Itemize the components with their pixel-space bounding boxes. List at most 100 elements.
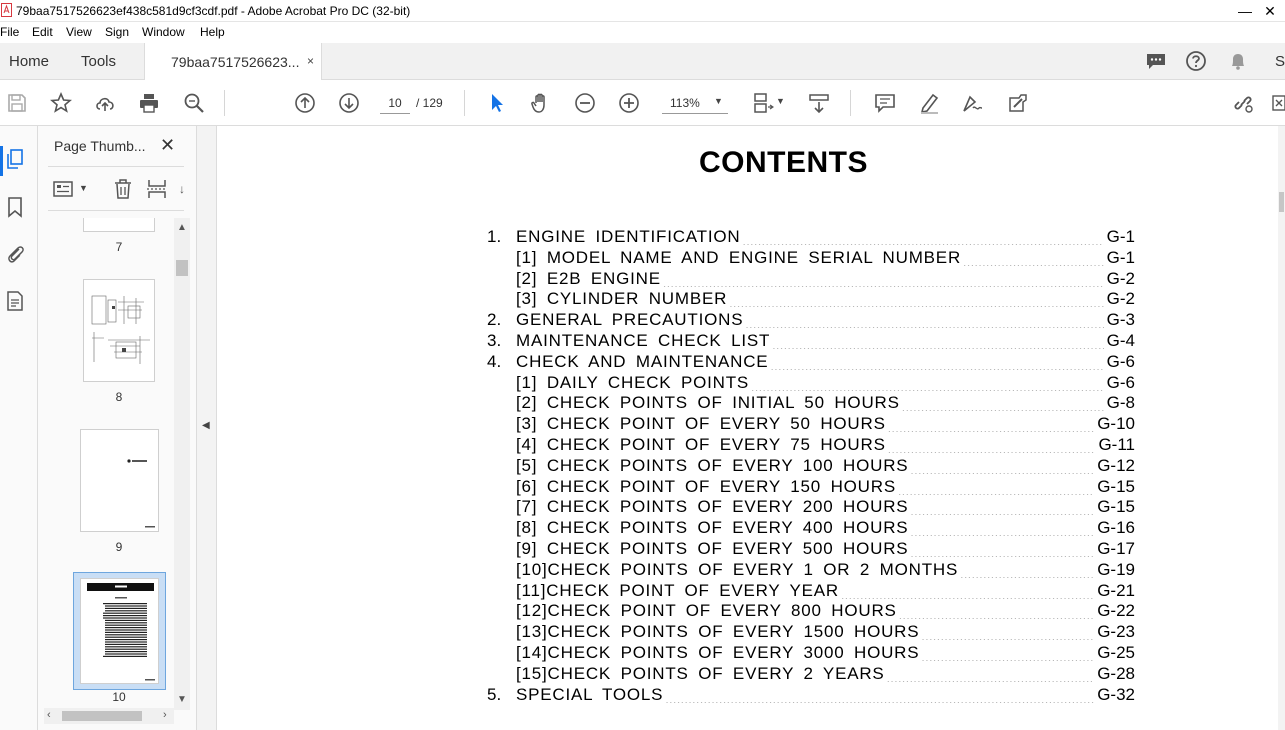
panel-close-button[interactable]: ✕ xyxy=(160,135,175,156)
more-panel-tools-icon[interactable]: ↓ xyxy=(179,182,185,196)
thumbnail-toc-line xyxy=(105,653,147,655)
scroll-left-arrow-icon[interactable]: ‹ xyxy=(47,709,51,721)
close-window-button[interactable]: ✕ xyxy=(1255,2,1285,20)
toc-entry[interactable]: 2. GENERAL PRECAUTIONS...................… xyxy=(217,310,1147,330)
toc-entry[interactable]: [8] CHECK POINTS OF EVERY 400 HOURS.....… xyxy=(217,518,1147,538)
save-icon[interactable] xyxy=(6,92,28,114)
edit-fill-icon[interactable] xyxy=(1006,92,1028,114)
document-scroll-thumb[interactable] xyxy=(1279,192,1284,212)
print-icon[interactable] xyxy=(138,92,160,114)
scroll-mode-icon[interactable] xyxy=(808,92,830,114)
page-down-icon[interactable] xyxy=(338,92,360,114)
thumbnail-toc-line xyxy=(103,617,147,619)
toc-entry[interactable]: [9] CHECK POINTS OF EVERY 500 HOURS.....… xyxy=(217,539,1147,559)
thumbnail-page-9[interactable] xyxy=(80,429,159,532)
thumbnail-vertical-scrollbar[interactable]: ▲ ▼ xyxy=(174,218,190,710)
scroll-down-arrow-icon[interactable]: ▼ xyxy=(177,694,187,705)
thumbnail-options-dropdown-icon[interactable]: ▼ xyxy=(79,183,88,193)
menu-file[interactable]: File xyxy=(0,25,19,39)
menu-help[interactable]: Help xyxy=(200,25,225,39)
search-zoom-icon[interactable] xyxy=(183,92,205,114)
toc-entry[interactable]: [6] CHECK POINT OF EVERY 150 HOURS......… xyxy=(217,477,1147,497)
thumbnail-toc-line xyxy=(105,634,147,636)
document-tab-close-button[interactable]: × xyxy=(307,54,314,68)
toc-entry[interactable]: [2] E2B ENGINE..........................… xyxy=(217,269,1147,289)
scroll-right-arrow-icon[interactable]: › xyxy=(163,709,167,721)
toc-page-ref: G-15 xyxy=(1097,476,1135,496)
thumbnail-page-8[interactable] xyxy=(83,279,155,382)
bookmark-icon[interactable] xyxy=(5,196,25,218)
fit-page-dropdown-icon[interactable]: ▼ xyxy=(776,96,785,106)
thumbnail-page-7[interactable] xyxy=(83,218,155,232)
toc-entry[interactable]: [14]CHECK POINTS OF EVERY 3000 HOURS....… xyxy=(217,643,1147,663)
menu-edit[interactable]: Edit xyxy=(32,25,53,39)
share-link-icon[interactable] xyxy=(1232,92,1254,114)
page-thumbnails-icon[interactable] xyxy=(5,148,25,170)
toc-leader-dots: ........................................… xyxy=(963,255,1104,266)
extract-pages-icon[interactable] xyxy=(146,178,168,200)
zoom-out-icon[interactable] xyxy=(574,92,596,114)
menu-view[interactable]: View xyxy=(66,25,92,39)
select-cursor-icon[interactable] xyxy=(486,92,508,114)
more-tools-icon[interactable] xyxy=(1272,92,1285,114)
toolbar-separator xyxy=(224,90,225,116)
tab-tools[interactable]: Tools xyxy=(81,53,116,70)
scroll-up-arrow-icon[interactable]: ▲ xyxy=(177,222,187,233)
document-viewport[interactable]: CONTENTS 1. ENGINE IDENTIFICATION........… xyxy=(217,126,1278,730)
toc-entry[interactable]: [10]CHECK POINTS OF EVERY 1 OR 2 MONTHS.… xyxy=(217,560,1147,580)
toc-entry[interactable]: [15]CHECK POINTS OF EVERY 2 YEARS.......… xyxy=(217,664,1147,684)
bell-icon[interactable] xyxy=(1227,50,1249,72)
attachment-icon[interactable] xyxy=(5,242,25,264)
toc-entry[interactable]: 5. SPECIAL TOOLS.........................… xyxy=(217,685,1147,705)
star-icon[interactable] xyxy=(50,92,72,114)
collapse-panel-arrow-icon[interactable]: ◀ xyxy=(202,420,210,431)
panel-collapse-strip[interactable]: ◀ xyxy=(197,126,217,730)
help-icon[interactable] xyxy=(1185,50,1207,72)
thumbnail-page-10[interactable] xyxy=(80,578,159,684)
highlight-icon[interactable] xyxy=(918,92,940,114)
thumbnail-horizontal-scrollbar[interactable]: ‹ › xyxy=(44,708,174,724)
tab-document[interactable]: 79baa7517526623... × xyxy=(144,43,322,80)
menu-window[interactable]: Window xyxy=(142,25,185,39)
sign-in-label[interactable]: S xyxy=(1275,53,1285,70)
thumbnail-label: 7 xyxy=(115,240,123,254)
toc-entry[interactable]: [12]CHECK POINT OF EVERY 800 HOURS......… xyxy=(217,601,1147,621)
toc-entry[interactable]: 3. MAINTENANCE CHECK LIST................… xyxy=(217,331,1147,351)
comment-icon[interactable] xyxy=(874,92,896,114)
main-toolbar: 10 / 129 113% ▼ ▼ xyxy=(0,80,1285,126)
thumbnail-toc-line xyxy=(105,643,147,645)
page-up-icon[interactable] xyxy=(294,92,316,114)
trash-icon[interactable] xyxy=(112,178,134,200)
zoom-dropdown-icon[interactable]: ▼ xyxy=(714,96,723,106)
toc-entry[interactable]: [11]CHECK POINT OF EVERY YEAR...........… xyxy=(217,581,1147,601)
vertical-scroll-thumb[interactable] xyxy=(176,260,188,276)
toc-entry[interactable]: [3] CHECK POINT OF EVERY 50 HOURS.......… xyxy=(217,414,1147,434)
page-properties-icon[interactable] xyxy=(5,290,25,312)
tab-home[interactable]: Home xyxy=(9,53,49,70)
toc-entry[interactable]: [1] DAILY CHECK POINTS..................… xyxy=(217,373,1147,393)
toc-entry[interactable]: [5] CHECK POINTS OF EVERY 100 HOURS.....… xyxy=(217,456,1147,476)
toc-entry[interactable]: [2] CHECK POINTS OF INITIAL 50 HOURS....… xyxy=(217,393,1147,413)
page-number-input[interactable]: 10 xyxy=(380,92,410,114)
menu-sign[interactable]: Sign xyxy=(105,25,129,39)
cloud-upload-icon[interactable] xyxy=(94,92,116,114)
toc-entry[interactable]: 4. CHECK AND MAINTENANCE.................… xyxy=(217,352,1147,372)
document-vertical-scrollbar[interactable] xyxy=(1278,126,1285,730)
hand-icon[interactable] xyxy=(530,92,552,114)
toc-page-ref: G-2 xyxy=(1106,268,1135,288)
fit-page-icon[interactable] xyxy=(752,92,774,114)
thumbnail-options-icon[interactable] xyxy=(52,178,74,200)
toc-entry[interactable]: [4] CHECK POINT OF EVERY 75 HOURS.......… xyxy=(217,435,1147,455)
sign-icon[interactable] xyxy=(961,92,983,114)
toc-entry[interactable]: [3] CYLINDER NUMBER.....................… xyxy=(217,289,1147,309)
toc-entry[interactable]: [1] MODEL NAME AND ENGINE SERIAL NUMBER.… xyxy=(217,248,1147,268)
toc-leader-dots: ........................................… xyxy=(887,443,1096,453)
chat-icon[interactable] xyxy=(1145,50,1167,72)
toc-entry[interactable]: [13]CHECK POINTS OF EVERY 1500 HOURS....… xyxy=(217,622,1147,642)
toc-entry[interactable]: [7] CHECK POINTS OF EVERY 200 HOURS.....… xyxy=(217,497,1147,517)
zoom-in-icon[interactable] xyxy=(618,92,640,114)
toc-title: [12]CHECK POINT OF EVERY 800 HOURS xyxy=(516,601,897,621)
horizontal-scroll-thumb[interactable] xyxy=(62,711,142,721)
toc-entry[interactable]: 1. ENGINE IDENTIFICATION.................… xyxy=(217,227,1147,247)
thumbnail-panel: Page Thumb... ✕ ▼ ↓ 7 8 9 10 ▲ ▼ ‹ › xyxy=(38,126,197,730)
